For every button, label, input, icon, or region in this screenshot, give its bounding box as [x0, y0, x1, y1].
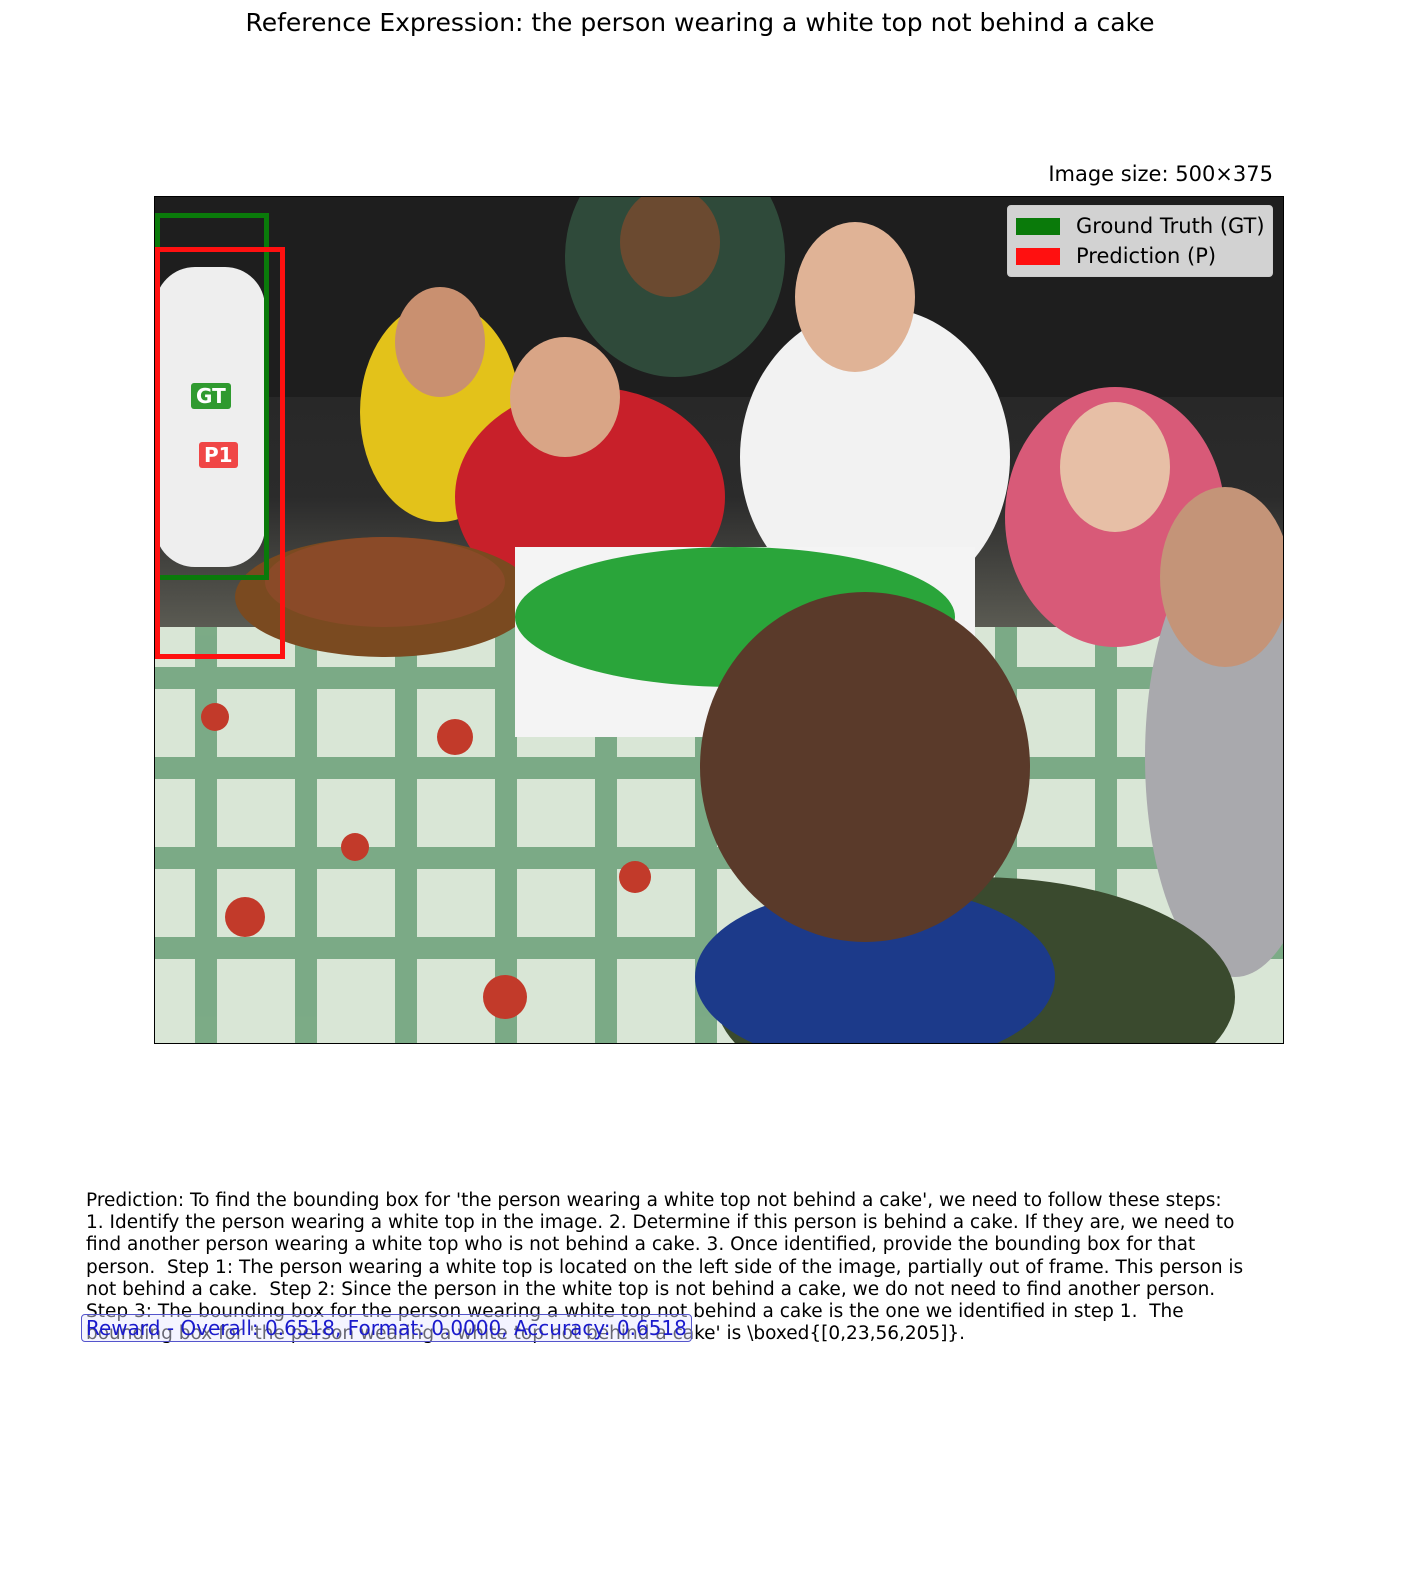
prediction-tag: P1: [199, 442, 238, 468]
ground-truth-tag: GT: [191, 383, 231, 409]
photo-panel: GT P1 Ground Truth (GT) Prediction (P): [154, 196, 1284, 1044]
reward-summary: Reward - Overall: 0.6518, Format: 0.0000…: [81, 1314, 692, 1342]
ground-truth-swatch: [1016, 217, 1060, 235]
image-size-label: Image size: 500×375: [1048, 162, 1273, 186]
reference-expression-title: Reference Expression: the person wearing…: [245, 8, 1155, 37]
legend-label-prediction: Prediction (P): [1076, 244, 1217, 268]
legend-item-prediction: Prediction (P): [1016, 244, 1216, 268]
legend-item-ground-truth: Ground Truth (GT): [1016, 214, 1265, 238]
legend: Ground Truth (GT) Prediction (P): [1007, 205, 1273, 277]
prediction-swatch: [1016, 247, 1060, 265]
photo-scene: [155, 197, 1283, 1043]
legend-label-ground-truth: Ground Truth (GT): [1076, 214, 1265, 238]
